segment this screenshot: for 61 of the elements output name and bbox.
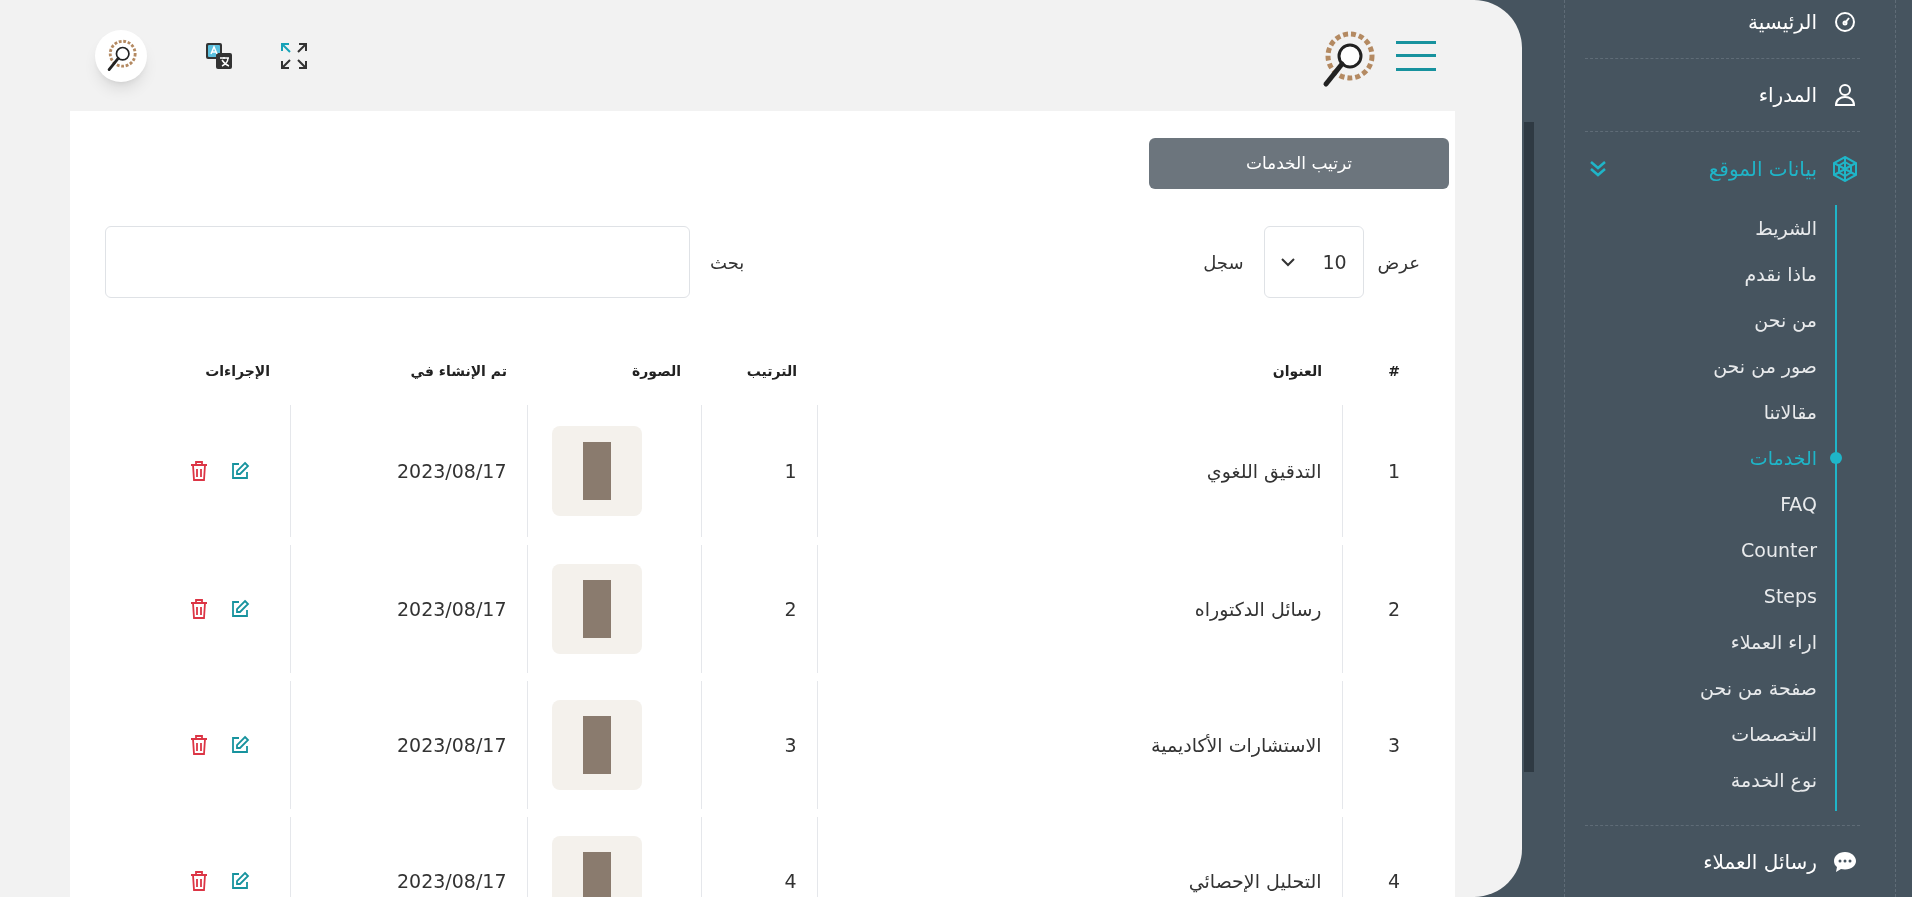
- search-field[interactable]: [105, 226, 690, 298]
- submenu-item[interactable]: FAQ: [1780, 489, 1817, 519]
- submenu-item[interactable]: صور من نحن: [1713, 351, 1817, 381]
- service-title: التدقيق اللغوي: [1206, 459, 1322, 482]
- row-number: 1: [1387, 459, 1400, 482]
- chevron-double-icon[interactable]: [1589, 159, 1607, 178]
- nav-item[interactable]: الرئيسية: [1748, 7, 1817, 37]
- service-title: التحليل الإحصائي: [1188, 869, 1322, 892]
- order-value: 2: [784, 597, 797, 620]
- search-label: بحث: [710, 250, 745, 275]
- web-icon: [1832, 155, 1858, 182]
- edit-icon[interactable]: [229, 461, 250, 481]
- delete-icon[interactable]: [189, 735, 208, 755]
- created-date: 2023/08/17: [397, 733, 507, 756]
- submenu-item[interactable]: ماذا نقدم: [1744, 259, 1817, 289]
- avatar[interactable]: [95, 29, 147, 82]
- edit-icon[interactable]: [229, 599, 250, 619]
- submenu-item[interactable]: التخصصات: [1731, 719, 1817, 749]
- row-number: 4: [1387, 869, 1400, 892]
- column-header: الصورة: [632, 363, 681, 379]
- submenu-item[interactable]: Counter: [1741, 535, 1817, 565]
- column-header: #: [1388, 363, 1400, 379]
- service-title: الاستشارات الأكاديمية: [1151, 733, 1322, 756]
- user-icon: [1834, 83, 1856, 107]
- submenu-item[interactable]: من نحن: [1754, 305, 1817, 335]
- submenu-item[interactable]: الشريط: [1755, 213, 1817, 243]
- order-value: 4: [784, 869, 797, 892]
- records-label: سجل: [1203, 250, 1244, 275]
- edit-icon[interactable]: [229, 735, 250, 755]
- column-header: العنوان: [1272, 363, 1322, 379]
- nav-item[interactable]: المدراء: [1758, 80, 1817, 110]
- row-number: 2: [1387, 597, 1400, 620]
- service-title: رسائل الدكتوراه: [1194, 597, 1322, 620]
- chat-icon: [1833, 851, 1857, 873]
- created-date: 2023/08/17: [397, 597, 507, 620]
- nav-item[interactable]: رسائل العملاء: [1703, 847, 1817, 877]
- gauge-icon: [1834, 11, 1856, 33]
- order-value: 3: [784, 733, 797, 756]
- delete-icon[interactable]: [189, 461, 208, 481]
- created-date: 2023/08/17: [397, 869, 507, 892]
- column-header: الإجراءات: [205, 363, 270, 379]
- column-header: تم الإنشاء في: [410, 363, 507, 379]
- created-date: 2023/08/17: [397, 459, 507, 482]
- column-header: الترتيب: [746, 363, 797, 379]
- submenu-item[interactable]: نوع الخدمة: [1730, 765, 1817, 795]
- submenu-item[interactable]: Steps: [1763, 581, 1817, 611]
- sort-button[interactable]: ترتيب الخدمات: [1149, 138, 1449, 189]
- show-label: عرض: [1377, 250, 1420, 276]
- row-number: 3: [1387, 733, 1400, 756]
- submenu-item[interactable]: مقالاتنا: [1763, 397, 1817, 427]
- menu-icon[interactable]: [1396, 40, 1436, 71]
- edit-icon[interactable]: [229, 871, 250, 891]
- delete-icon[interactable]: [189, 871, 208, 891]
- fullscreen-icon[interactable]: [279, 40, 309, 71]
- submenu-item[interactable]: اراء العملاء: [1730, 627, 1817, 657]
- chevron-down-icon: [1280, 257, 1295, 267]
- order-value: 1: [784, 459, 797, 482]
- page-size-select[interactable]: 10: [1263, 226, 1364, 298]
- delete-icon[interactable]: [189, 599, 208, 619]
- submenu-item[interactable]: صفحة من نحن: [1700, 673, 1817, 703]
- translate-icon[interactable]: [205, 41, 233, 70]
